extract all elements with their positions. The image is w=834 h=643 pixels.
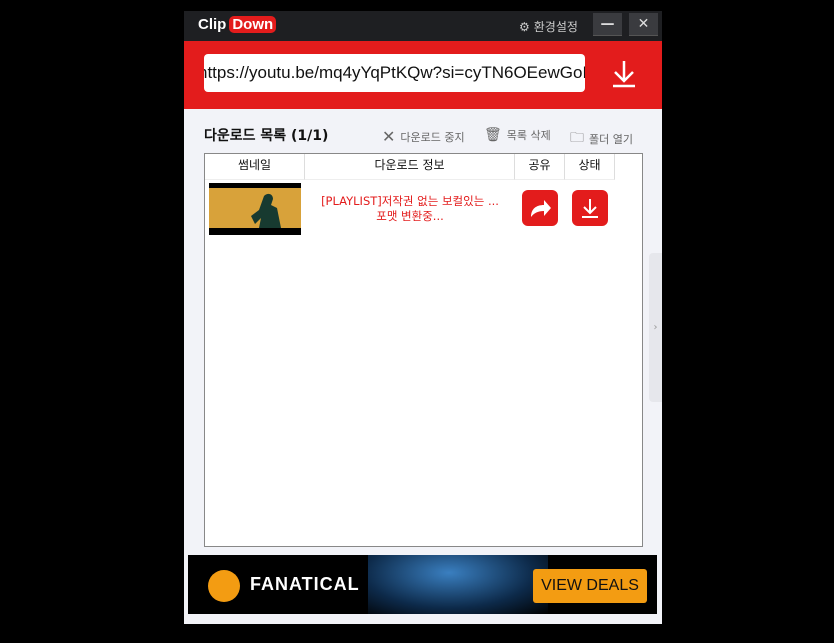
- folder-icon: 🗀: [570, 130, 584, 146]
- logo-text-badge: Down: [229, 16, 277, 33]
- column-header: 상태: [565, 154, 615, 180]
- download-info: [PLAYLIST]저작권 없는 보컬있는 ... 포맷 변환중...: [305, 194, 515, 224]
- open-folder-button[interactable]: 🗀 폴더 열기: [570, 127, 633, 151]
- open-folder-label: 폴더 열기: [589, 133, 633, 146]
- close-button[interactable]: ✕: [629, 13, 658, 36]
- view-deals-button[interactable]: VIEW DEALS: [533, 569, 647, 603]
- gear-icon: ⚙: [519, 19, 530, 34]
- share-button[interactable]: [522, 190, 558, 226]
- url-bar: https://youtu.be/mq4yYqPtKQw?si=cyTN6OEe…: [184, 41, 662, 109]
- status-download-button[interactable]: [572, 190, 608, 226]
- side-panel-toggle[interactable]: ›: [649, 253, 662, 402]
- thumbnail: [209, 183, 301, 235]
- video-title: [PLAYLIST]저작권 없는 보컬있는 ...: [321, 194, 499, 208]
- title-bar: Clip Down ⚙ 환경설정 — ✕: [184, 11, 662, 41]
- ad-banner[interactable]: FANATICAL VIEW DEALS: [188, 555, 657, 614]
- fanatical-logo-icon: [208, 570, 240, 602]
- logo-text: Clip: [198, 16, 227, 33]
- list-title: 다운로드 목록 (1/1): [204, 128, 329, 144]
- download-icon[interactable]: [608, 57, 640, 89]
- delete-label: 목록 삭제: [506, 129, 551, 142]
- trash-icon: 🗑: [484, 127, 502, 143]
- stop-download-button[interactable]: ✕ 다운로드 중지: [382, 127, 465, 146]
- delete-list-button[interactable]: 🗑 목록 삭제: [484, 127, 551, 143]
- ad-image: [368, 555, 548, 614]
- minimize-button[interactable]: —: [593, 13, 622, 36]
- download-icon: [582, 199, 598, 218]
- column-header: 썸네일: [205, 154, 305, 180]
- stop-label: 다운로드 중지: [400, 130, 465, 144]
- url-input[interactable]: https://youtu.be/mq4yYqPtKQw?si=cyTN6OEe…: [204, 54, 585, 92]
- column-header: 공유: [515, 154, 565, 180]
- settings-button[interactable]: ⚙ 환경설정: [519, 18, 578, 35]
- app-logo: Clip Down: [198, 16, 277, 33]
- settings-label: 환경설정: [533, 20, 578, 34]
- share-arrow-icon: [531, 200, 551, 217]
- ad-brand: FANATICAL: [250, 574, 360, 594]
- clipdown-window: Clip Down ⚙ 환경설정 — ✕ https://youtu.be/mq4y…: [184, 11, 662, 624]
- download-status: 포맷 변환중...: [376, 209, 444, 223]
- download-list: 썸네일 다운로드 정보 공유 상태 [PLAYLIST]저작권 없는 보컬있는 …: [204, 153, 643, 547]
- column-header: 다운로드 정보: [305, 154, 515, 180]
- x-icon: ✕: [382, 127, 396, 146]
